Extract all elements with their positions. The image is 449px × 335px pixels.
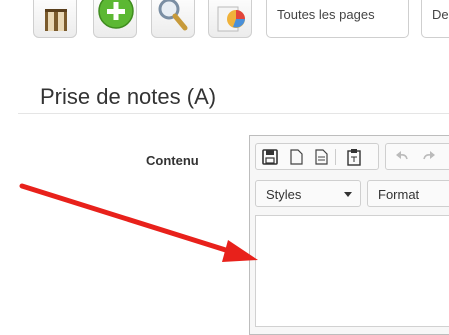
annotation-arrow bbox=[19, 183, 258, 262]
